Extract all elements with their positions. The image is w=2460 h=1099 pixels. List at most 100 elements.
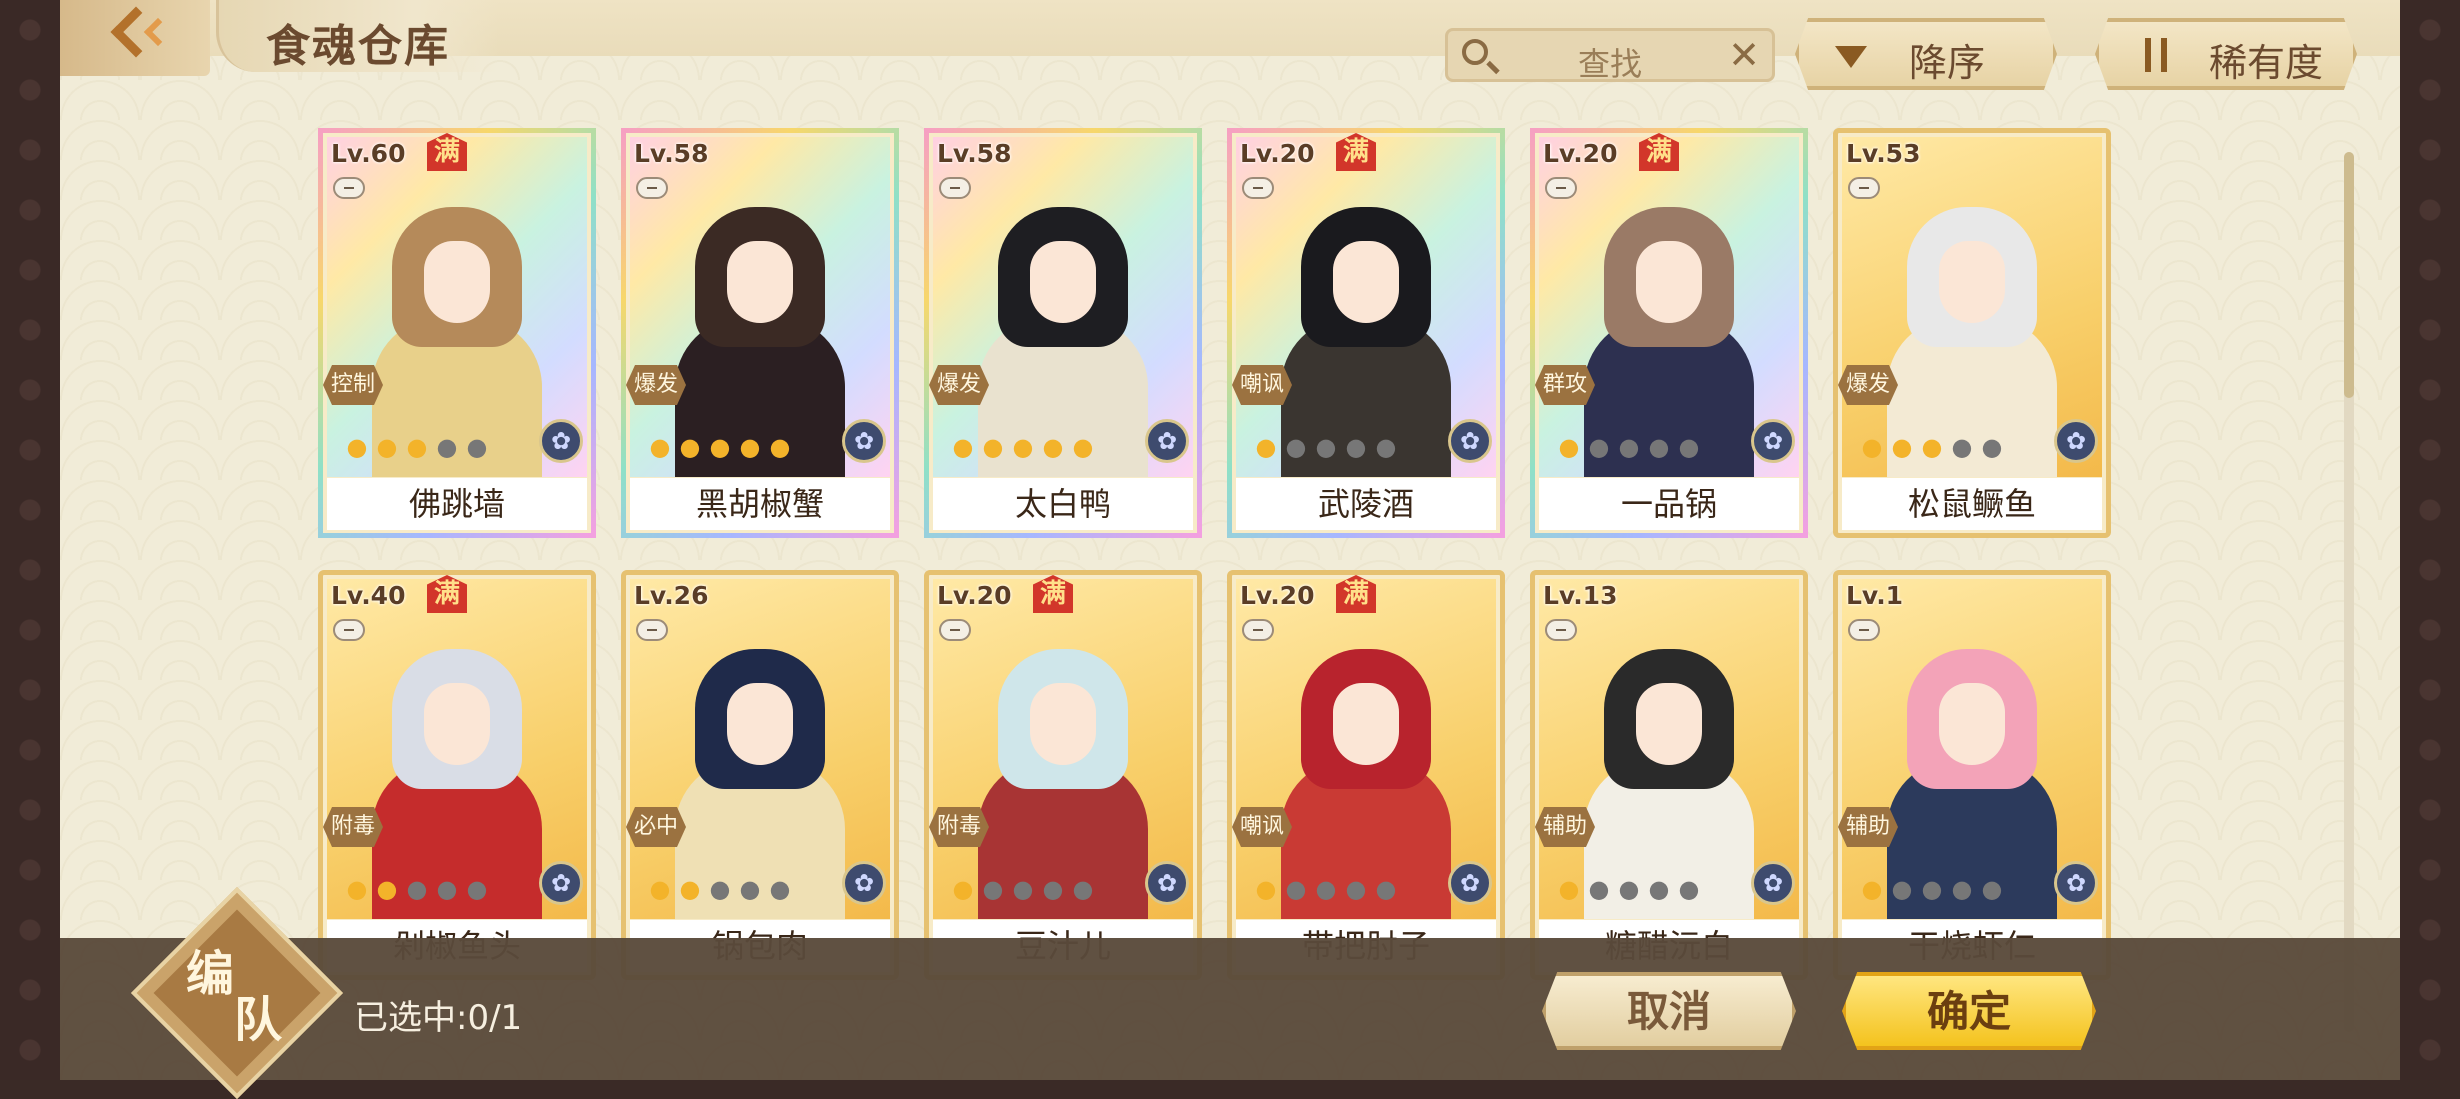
card-level: Lv.20 xyxy=(937,581,1012,610)
element-flower-icon: ✿ xyxy=(1751,419,1795,463)
star-filled-icon: ● xyxy=(1255,875,1277,903)
star-filled-icon: ● xyxy=(1558,433,1580,461)
card-name: 太白鸭 xyxy=(933,478,1193,530)
cancel-button[interactable]: 取消 xyxy=(1542,972,1796,1050)
star-filled-icon: ● xyxy=(679,433,701,461)
role-tag: 控制 xyxy=(323,365,383,405)
element-flower-icon: ✿ xyxy=(1448,419,1492,463)
star-filled-icon: ● xyxy=(1042,433,1064,461)
star-rating: ● ● ● ● ● xyxy=(1555,435,1703,459)
character-card[interactable]: Lv.26必中●●●●●✿锅包肉 xyxy=(621,570,899,980)
star-filled-icon: ● xyxy=(1558,875,1580,903)
star-empty-icon: ● xyxy=(466,875,488,903)
team-label-char-2: 队 xyxy=(234,992,283,1048)
character-card[interactable]: Lv.40满附毒●●●●●✿剁椒鱼头 xyxy=(318,570,596,980)
confirm-button[interactable]: 确定 xyxy=(1842,972,2096,1050)
status-pill-icon xyxy=(1242,619,1274,641)
role-tag: 爆发 xyxy=(1838,365,1898,405)
sort-rarity-label: 稀有度 xyxy=(2209,41,2324,85)
page-title: 食魂仓库 xyxy=(266,21,450,72)
star-empty-icon: ● xyxy=(1012,875,1034,903)
character-card[interactable]: Lv.1辅助●●●●●✿干烧虾仁 xyxy=(1833,570,2111,980)
star-rating: ● ● ● ● ● xyxy=(646,877,794,901)
star-empty-icon: ● xyxy=(769,875,791,903)
star-empty-icon: ● xyxy=(982,875,1004,903)
card-name: 一品锅 xyxy=(1539,478,1799,530)
role-tag: 必中 xyxy=(626,807,686,847)
star-filled-icon: ● xyxy=(406,433,428,461)
character-card[interactable]: Lv.60 满控制 ● ● ● ● ● ✿ 佛跳墙 xyxy=(318,128,596,538)
left-border xyxy=(0,0,60,1080)
star-empty-icon: ● xyxy=(1981,875,2003,903)
star-filled-icon: ● xyxy=(1012,433,1034,461)
character-card[interactable]: Lv.58 爆发 ● ● ● ● ● ✿ 太白鸭 xyxy=(924,128,1202,538)
star-empty-icon: ● xyxy=(1588,433,1610,461)
element-flower-icon: ✿ xyxy=(1448,861,1492,905)
character-face xyxy=(1939,241,2005,323)
scrollbar-track[interactable] xyxy=(2344,152,2354,1032)
star-rating: ● ● ● ● ● xyxy=(646,435,794,459)
element-flower-icon: ✿ xyxy=(1145,861,1189,905)
back-button[interactable] xyxy=(60,0,210,76)
star-empty-icon: ● xyxy=(1891,875,1913,903)
character-face xyxy=(1030,683,1096,765)
element-flower-icon: ✿ xyxy=(1751,861,1795,905)
sort-rarity-button[interactable]: 稀有度 xyxy=(2095,18,2357,90)
star-filled-icon: ● xyxy=(649,433,671,461)
card-level: Lv.58 xyxy=(937,139,1012,168)
status-pill-icon xyxy=(1848,177,1880,199)
status-pill-icon xyxy=(939,177,971,199)
status-pill-icon xyxy=(1848,619,1880,641)
role-tag: 辅助 xyxy=(1838,807,1898,847)
character-face xyxy=(424,683,490,765)
character-face xyxy=(1636,241,1702,323)
star-empty-icon: ● xyxy=(1315,875,1337,903)
star-empty-icon: ● xyxy=(1375,875,1397,903)
role-tag: 爆发 xyxy=(929,365,989,405)
star-empty-icon: ● xyxy=(709,875,731,903)
sort-order-button[interactable]: 降序 xyxy=(1795,18,2057,90)
card-level: Lv.1 xyxy=(1846,581,1904,610)
star-rating: ● ● ● ● ● xyxy=(1252,877,1400,901)
element-flower-icon: ✿ xyxy=(539,419,583,463)
star-empty-icon: ● xyxy=(406,875,428,903)
star-empty-icon: ● xyxy=(1951,875,1973,903)
element-flower-icon: ✿ xyxy=(539,861,583,905)
character-card[interactable]: Lv.20满嘲讽●●●●●✿带把肘子 xyxy=(1227,570,1505,980)
star-rating: ● ● ● ● ● xyxy=(1858,435,2006,459)
search-box[interactable]: 查找 ✕ xyxy=(1445,28,1775,83)
element-flower-icon: ✿ xyxy=(842,861,886,905)
clear-search-icon[interactable]: ✕ xyxy=(1728,33,1760,77)
character-card[interactable]: Lv.53 爆发 ● ● ● ● ● ✿ 松鼠鳜鱼 xyxy=(1833,128,2111,538)
character-card[interactable]: Lv.58 爆发 ● ● ● ● ● ✿ 黑胡椒蟹 xyxy=(621,128,899,538)
star-empty-icon: ● xyxy=(1285,433,1307,461)
role-tag: 附毒 xyxy=(323,807,383,847)
character-face xyxy=(1939,683,2005,765)
star-empty-icon: ● xyxy=(1618,433,1640,461)
right-border xyxy=(2400,0,2460,1080)
role-tag: 附毒 xyxy=(929,807,989,847)
element-flower-icon: ✿ xyxy=(2054,419,2098,463)
scrollbar-thumb[interactable] xyxy=(2344,152,2354,399)
descending-triangle-icon xyxy=(1835,46,1867,68)
role-tag: 嘲讽 xyxy=(1232,365,1292,405)
role-tag: 群攻 xyxy=(1535,365,1595,405)
star-empty-icon: ● xyxy=(1648,875,1670,903)
star-filled-icon: ● xyxy=(346,433,368,461)
card-level: Lv.26 xyxy=(634,581,709,610)
character-card[interactable]: Lv.20 满群攻 ● ● ● ● ● ✿ 一品锅 xyxy=(1530,128,1808,538)
character-face xyxy=(1333,241,1399,323)
card-level: Lv.53 xyxy=(1846,139,1921,168)
character-face xyxy=(424,241,490,323)
character-card[interactable]: Lv.13辅助●●●●●✿糖醋沅白 xyxy=(1530,570,1808,980)
character-card[interactable]: Lv.20满附毒●●●●●✿豆汁儿 xyxy=(924,570,1202,980)
star-empty-icon: ● xyxy=(1678,433,1700,461)
card-name: 黑胡椒蟹 xyxy=(630,478,890,530)
star-filled-icon: ● xyxy=(1861,875,1883,903)
star-filled-icon: ● xyxy=(1891,433,1913,461)
star-empty-icon: ● xyxy=(1981,433,2003,461)
star-filled-icon: ● xyxy=(709,433,731,461)
character-face xyxy=(1030,241,1096,323)
card-level: Lv.58 xyxy=(634,139,709,168)
character-card[interactable]: Lv.20 满嘲讽 ● ● ● ● ● ✿ 武陵酒 xyxy=(1227,128,1505,538)
